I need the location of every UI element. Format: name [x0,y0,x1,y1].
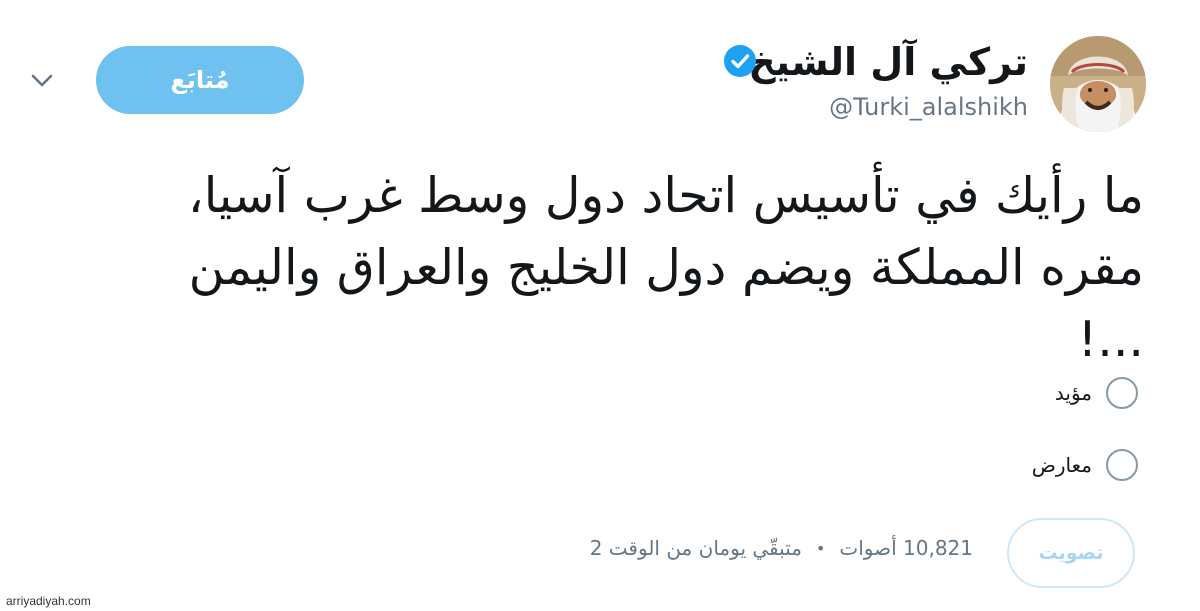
chevron-down-icon[interactable] [28,70,56,90]
tweet-line: مقره المملكة ويضم دول الخليج والعراق وال… [188,239,1144,296]
tweet-line: ...! [1077,311,1144,368]
vote-button[interactable]: تصويت [1007,518,1135,588]
radio-button[interactable] [1106,449,1138,481]
avatar[interactable] [1050,36,1146,132]
poll-option-label: مؤيد [1054,381,1092,405]
avatar-image [1050,36,1146,132]
vote-count: 10,821 أصوات [839,536,973,560]
radio-button[interactable] [1106,377,1138,409]
verified-badge-icon [724,45,756,77]
poll-meta: 10,821 أصوات • متبقّي يومان من الوقت 2 [590,536,973,560]
author-handle[interactable]: @Turki_alalshikh [829,93,1028,121]
following-button[interactable]: مُتابَع [96,46,304,114]
watermark: arriyadiyah.com [6,594,91,608]
tweet-text: ما رأيك في تأسيس اتحاد دول وسط غرب آسيا،… [64,160,1144,376]
poll-option-support[interactable]: مؤيد [1055,373,1138,413]
poll-option-oppose[interactable]: معارض [1032,445,1138,485]
time-remaining: متبقّي يومان من الوقت 2 [589,536,802,560]
tweet-line: ما رأيك في تأسيس اتحاد دول وسط غرب آسيا، [187,167,1144,224]
author-name[interactable]: تركي آل الشيخ [748,40,1028,84]
separator-dot: • [815,538,826,558]
poll-option-label: معارض [1031,453,1092,477]
